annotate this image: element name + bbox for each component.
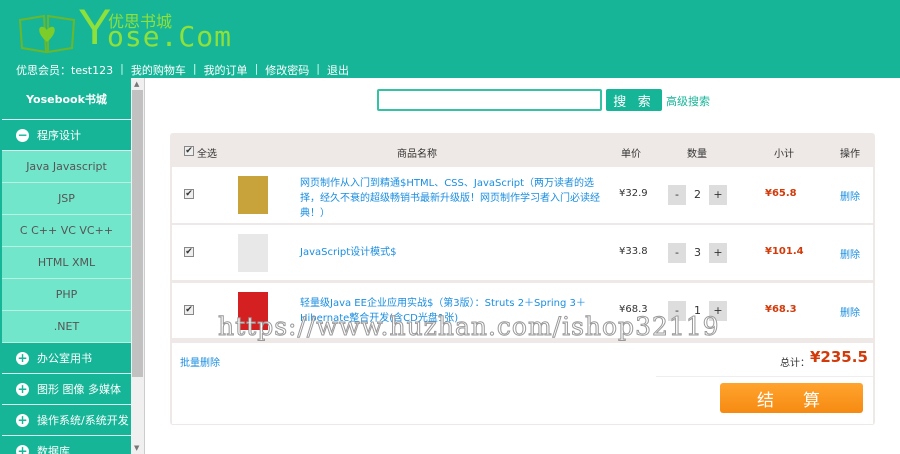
quantity-stepper: -2 + <box>668 185 727 205</box>
quantity-stepper: -3 + <box>668 242 727 263</box>
select-all-checkbox[interactable]: ✔ <box>184 146 194 156</box>
cart-footer: 批量删除 总计： ¥235.5 结 算 <box>172 343 873 424</box>
increase-button[interactable]: + <box>709 185 727 205</box>
book-cover-image[interactable] <box>238 291 268 330</box>
plus-circle-icon: + <box>16 412 29 427</box>
table-row: ✔ 轻量级Java EE企业应用实战$（第3版）：Struts 2＋Spring… <box>172 283 873 338</box>
book-title-link[interactable]: 轻量级Java EE企业应用实战$（第3版）：Struts 2＋Spring 3… <box>300 296 610 326</box>
plus-circle-icon: + <box>16 381 29 396</box>
cart-table: ✔ 全选 商品名称 单价 数量 小计 操作 ✔ 网页制作从入门到精通$HTML、… <box>170 133 875 425</box>
delete-link[interactable]: 删除 <box>840 304 860 319</box>
col-op: 操作 <box>840 149 860 160</box>
subcategory-item[interactable]: C C++ VC VC++ <box>2 215 131 247</box>
book-title-link[interactable]: 网页制作从入门到精通$HTML、CSS、JavaScript（两万读者的选择，经… <box>300 176 610 221</box>
top-nav: 优思会员：test123 | 我的购物车 | 我的订单 | 修改密码 | 退出 <box>16 62 349 78</box>
row-checkbox[interactable]: ✔ <box>184 304 194 315</box>
minus-circle-icon: − <box>16 127 29 142</box>
category-item[interactable]: + 办公室用书 <box>2 343 131 374</box>
select-all-label: 全选 <box>197 149 217 160</box>
quantity-input[interactable]: 1 <box>686 300 709 321</box>
decrease-button[interactable]: - <box>668 185 686 205</box>
scroll-thumb[interactable] <box>132 90 143 377</box>
total-amount: ¥235.5 <box>810 348 868 366</box>
checkout-button[interactable]: 结 算 <box>720 383 863 413</box>
unit-price: ¥32.9 <box>619 188 648 199</box>
subtotal: ¥65.8 <box>765 188 797 199</box>
table-row: ✔ 网页制作从入门到精通$HTML、CSS、JavaScript（两万读者的选择… <box>172 167 873 223</box>
subtotal: ¥101.4 <box>765 245 804 257</box>
book-title-link[interactable]: JavaScript设计模式$ <box>300 245 610 260</box>
decrease-button[interactable]: - <box>668 301 686 321</box>
total-label: 总计： <box>780 358 810 369</box>
unit-price: ¥33.8 <box>619 245 648 257</box>
table-header: ✔ 全选 商品名称 单价 数量 小计 操作 <box>170 133 875 166</box>
advanced-search-link[interactable]: 高级搜索 <box>666 93 710 109</box>
logo-text: ose.Com <box>107 20 233 53</box>
nav-my-orders[interactable]: 我的订单 <box>204 62 248 78</box>
row-checkbox[interactable]: ✔ <box>184 246 194 257</box>
plus-circle-icon: + <box>16 444 29 454</box>
row-checkbox[interactable]: ✔ <box>184 189 194 199</box>
nav-logout[interactable]: 退出 <box>327 62 349 78</box>
book-logo-icon <box>18 14 76 54</box>
unit-price: ¥68.3 <box>619 303 648 315</box>
quantity-input[interactable]: 3 <box>686 242 709 263</box>
subcategory-item[interactable]: HTML XML <box>2 247 131 279</box>
category-item[interactable]: + 数据库 <box>2 436 131 454</box>
quantity-stepper: -1 + <box>668 300 727 321</box>
subcategory-item[interactable]: .NET <box>2 311 131 343</box>
increase-button[interactable]: + <box>709 243 727 263</box>
subtotal: ¥68.3 <box>765 303 797 315</box>
nav-change-password[interactable]: 修改密码 <box>265 62 309 78</box>
logo[interactable]: Y 优思书城 ose.Com <box>14 0 231 56</box>
quantity-input[interactable]: 2 <box>686 185 709 205</box>
batch-delete-link[interactable]: 批量删除 <box>180 354 220 369</box>
book-cover-image[interactable] <box>238 233 268 272</box>
search-input[interactable] <box>377 89 602 111</box>
sidebar: Yosebook书城 − 程序设计 Java Javascript JSP C C… <box>0 78 131 454</box>
member-label: 优思会员：test123 <box>16 64 114 77</box>
nav-my-cart[interactable]: 我的购物车 <box>131 62 186 78</box>
col-qty: 数量 <box>687 149 707 160</box>
book-cover-image[interactable] <box>238 176 268 214</box>
subcategory-item[interactable]: Java Javascript <box>2 151 131 183</box>
sidebar-scrollbar[interactable]: ▲ ▼ <box>131 78 145 454</box>
category-item[interactable]: + 图形 图像 多媒体 <box>2 374 131 405</box>
category-item[interactable]: + 操作系统/系统开发 <box>2 405 131 436</box>
delete-link[interactable]: 删除 <box>840 246 860 261</box>
plus-circle-icon: + <box>16 350 29 365</box>
delete-link[interactable]: 删除 <box>840 188 860 203</box>
subcategory-item[interactable]: JSP <box>2 183 131 215</box>
col-name: 商品名称 <box>397 149 437 160</box>
scroll-up-icon[interactable]: ▲ <box>134 80 139 88</box>
col-subtotal: 小计 <box>774 149 794 160</box>
increase-button[interactable]: + <box>709 301 727 321</box>
col-price: 单价 <box>621 149 641 160</box>
table-row: ✔ JavaScript设计模式$ ¥33.8 -3 + ¥101.4 删除 <box>172 225 873 280</box>
scroll-down-icon[interactable]: ▼ <box>134 444 139 452</box>
decrease-button[interactable]: - <box>668 243 686 263</box>
category-programming[interactable]: − 程序设计 <box>2 120 131 151</box>
search-button[interactable]: 搜 索 <box>606 89 662 111</box>
site-header: Y 优思书城 ose.Com 优思会员：test123 | 我的购物车 | 我的订单… <box>0 0 900 78</box>
subcategory-item[interactable]: PHP <box>2 279 131 311</box>
sidebar-title: Yosebook书城 <box>2 78 131 120</box>
